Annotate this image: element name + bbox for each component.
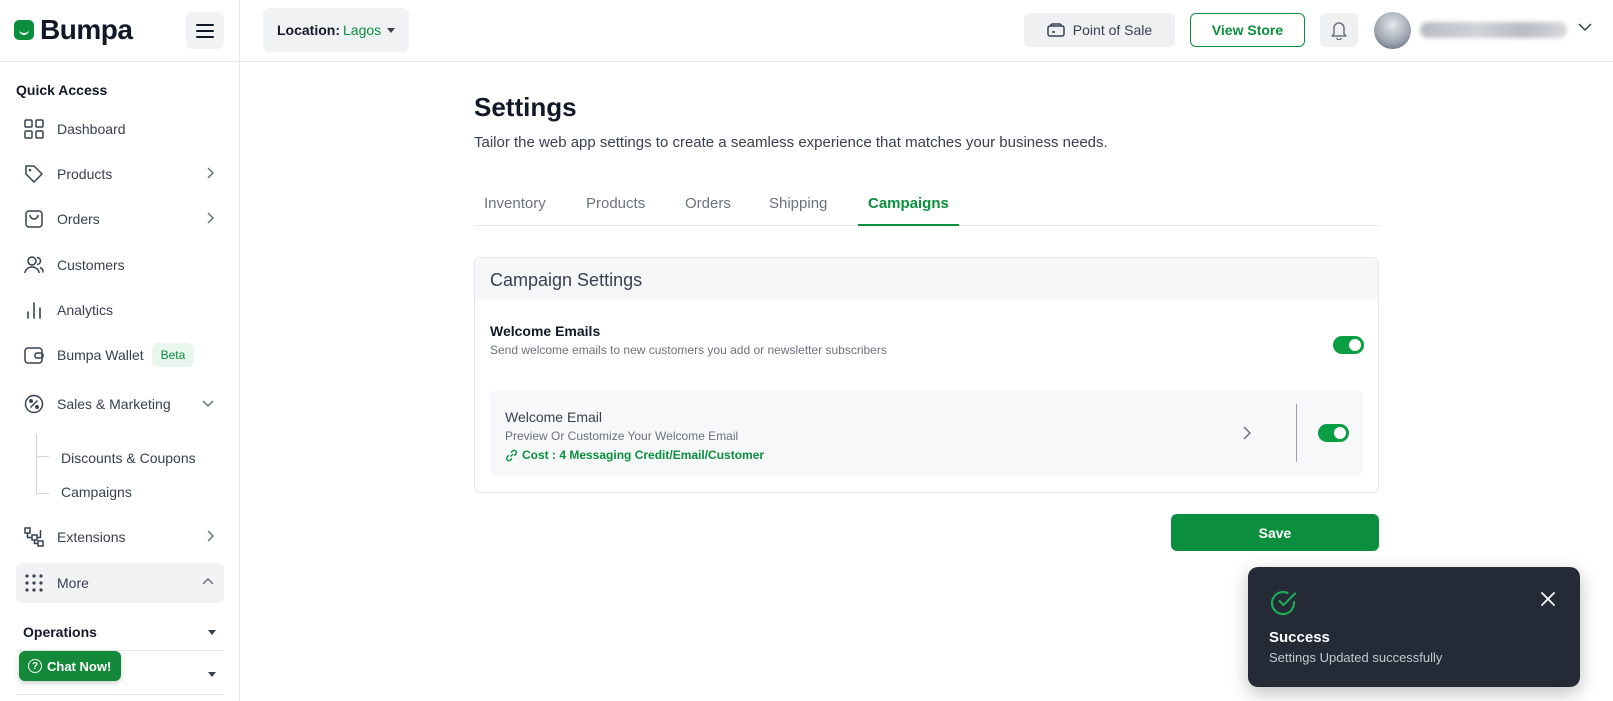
chevron-down-icon: [202, 400, 214, 407]
operations-heading[interactable]: Operations: [23, 624, 97, 640]
chevron-right-icon: [207, 212, 214, 224]
bell-icon: [1331, 22, 1347, 40]
top-bar: Bumpa Location: Lagos Point of Sale View…: [0, 0, 1613, 62]
success-toast: Success Settings Updated successfully: [1248, 567, 1580, 687]
submenu-tree-lines: [36, 434, 50, 494]
bar-chart-icon: [24, 300, 44, 320]
tab-orders[interactable]: Orders: [675, 190, 741, 226]
point-of-sale-label: Point of Sale: [1072, 22, 1153, 38]
user-name-blurred[interactable]: [1420, 22, 1567, 38]
welcome-email-title: Welcome Email: [505, 409, 602, 425]
store-icon: [1047, 23, 1065, 37]
sidebar: Quick Access Dashboard Products Orders C…: [0, 62, 240, 701]
grid-icon: [24, 119, 44, 139]
caret-down-icon[interactable]: [208, 672, 216, 677]
chevron-right-icon[interactable]: [1242, 426, 1251, 440]
sidebar-item-label: Customers: [57, 257, 125, 273]
row-divider: [1296, 404, 1297, 462]
tab-products[interactable]: Products: [576, 190, 655, 226]
location-label: Location:: [277, 22, 340, 38]
settings-tabs: Inventory Products Orders Shipping Campa…: [474, 190, 1379, 226]
welcome-email-row[interactable]: Welcome Email Preview Or Customize Your …: [490, 390, 1363, 476]
toast-message: Settings Updated successfully: [1269, 650, 1443, 665]
sidebar-item-analytics[interactable]: Analytics: [16, 290, 224, 330]
bag-icon: [24, 209, 44, 229]
sidebar-item-label: Bumpa Wallet: [57, 347, 144, 363]
sidebar-item-label: Sales & Marketing: [57, 396, 171, 412]
brand-logo[interactable]: Bumpa: [14, 14, 133, 46]
brand-name: Bumpa: [40, 14, 133, 45]
tag-icon: [24, 164, 44, 184]
sidebar-item-bumpa-wallet[interactable]: Bumpa Wallet Beta: [16, 335, 224, 375]
extensions-icon: [24, 527, 44, 547]
help-icon: ?: [28, 659, 42, 673]
view-store-button[interactable]: View Store: [1190, 13, 1305, 47]
percent-icon: [24, 394, 44, 414]
beta-badge: Beta: [151, 343, 195, 367]
chevron-right-icon: [207, 530, 214, 542]
sidebar-item-more[interactable]: More: [16, 563, 224, 603]
location-value: Lagos: [343, 22, 382, 38]
caret-down-icon: [387, 27, 396, 33]
sidebar-item-label: Extensions: [57, 529, 126, 545]
chevron-down-icon[interactable]: [1578, 22, 1592, 32]
users-icon: [24, 255, 44, 275]
chat-now-button[interactable]: ? Chat Now!: [19, 651, 122, 681]
campaign-settings-card: Campaign Settings Welcome Emails Send we…: [474, 257, 1379, 493]
welcome-emails-toggle[interactable]: [1333, 336, 1364, 354]
sidebar-item-extensions[interactable]: Extensions: [16, 517, 224, 557]
caret-down-icon[interactable]: [208, 630, 216, 635]
sidebar-item-customers[interactable]: Customers: [16, 245, 224, 285]
check-circle-icon: [1270, 590, 1297, 616]
chevron-right-icon: [207, 167, 214, 179]
location-selector[interactable]: Location: Lagos: [263, 8, 410, 52]
bumpa-logo-icon: [14, 20, 34, 40]
welcome-email-description: Preview Or Customize Your Welcome Email: [505, 429, 739, 443]
tab-campaigns[interactable]: Campaigns: [858, 190, 959, 226]
sidebar-item-label: Products: [57, 166, 113, 182]
menu-toggle-button[interactable]: [186, 12, 224, 49]
quick-access-heading: Quick Access: [16, 82, 108, 98]
sidebar-item-label: Dashboard: [57, 121, 126, 137]
page-subtitle: Tailor the web app settings to create a …: [474, 134, 1108, 151]
sidebar-item-label: Analytics: [57, 302, 114, 318]
dots-grid-icon: [24, 573, 44, 593]
sidebar-item-products[interactable]: Products: [16, 154, 224, 194]
sidebar-item-label: Orders: [57, 211, 100, 227]
welcome-email-cost-text: Cost : 4 Messaging Credit/Email/Customer: [522, 448, 765, 462]
point-of-sale-button[interactable]: Point of Sale: [1024, 13, 1175, 47]
chevron-up-icon: [202, 578, 214, 585]
tab-shipping[interactable]: Shipping: [759, 190, 837, 226]
welcome-emails-description: Send welcome emails to new customers you…: [490, 343, 887, 357]
welcome-email-cost: Cost : 4 Messaging Credit/Email/Customer: [505, 448, 764, 462]
sidebar-subitem-discounts-coupons[interactable]: Discounts & Coupons: [61, 450, 196, 466]
welcome-emails-title: Welcome Emails: [490, 323, 601, 339]
sidebar-subitem-campaigns[interactable]: Campaigns: [61, 484, 132, 500]
toast-title: Success: [1269, 629, 1330, 646]
welcome-email-toggle[interactable]: [1318, 424, 1349, 442]
menu-icon: [196, 23, 214, 26]
chat-now-label: Chat Now!: [47, 658, 112, 674]
page-title: Settings: [474, 92, 577, 122]
card-title: Campaign Settings: [475, 258, 1378, 300]
close-icon[interactable]: [1540, 591, 1556, 607]
link-icon: [506, 449, 517, 461]
tab-inventory[interactable]: Inventory: [474, 190, 556, 226]
notifications-button[interactable]: [1320, 13, 1358, 47]
user-avatar[interactable]: [1374, 12, 1411, 49]
sidebar-item-dashboard[interactable]: Dashboard: [16, 109, 224, 149]
header-divider: [239, 0, 240, 62]
sidebar-item-orders[interactable]: Orders: [16, 199, 224, 239]
save-button[interactable]: Save: [1171, 514, 1379, 551]
wallet-icon: [24, 345, 44, 365]
sidebar-divider: [16, 694, 224, 695]
sidebar-item-label: More: [57, 575, 89, 591]
sidebar-item-sales-marketing[interactable]: Sales & Marketing: [16, 384, 224, 424]
